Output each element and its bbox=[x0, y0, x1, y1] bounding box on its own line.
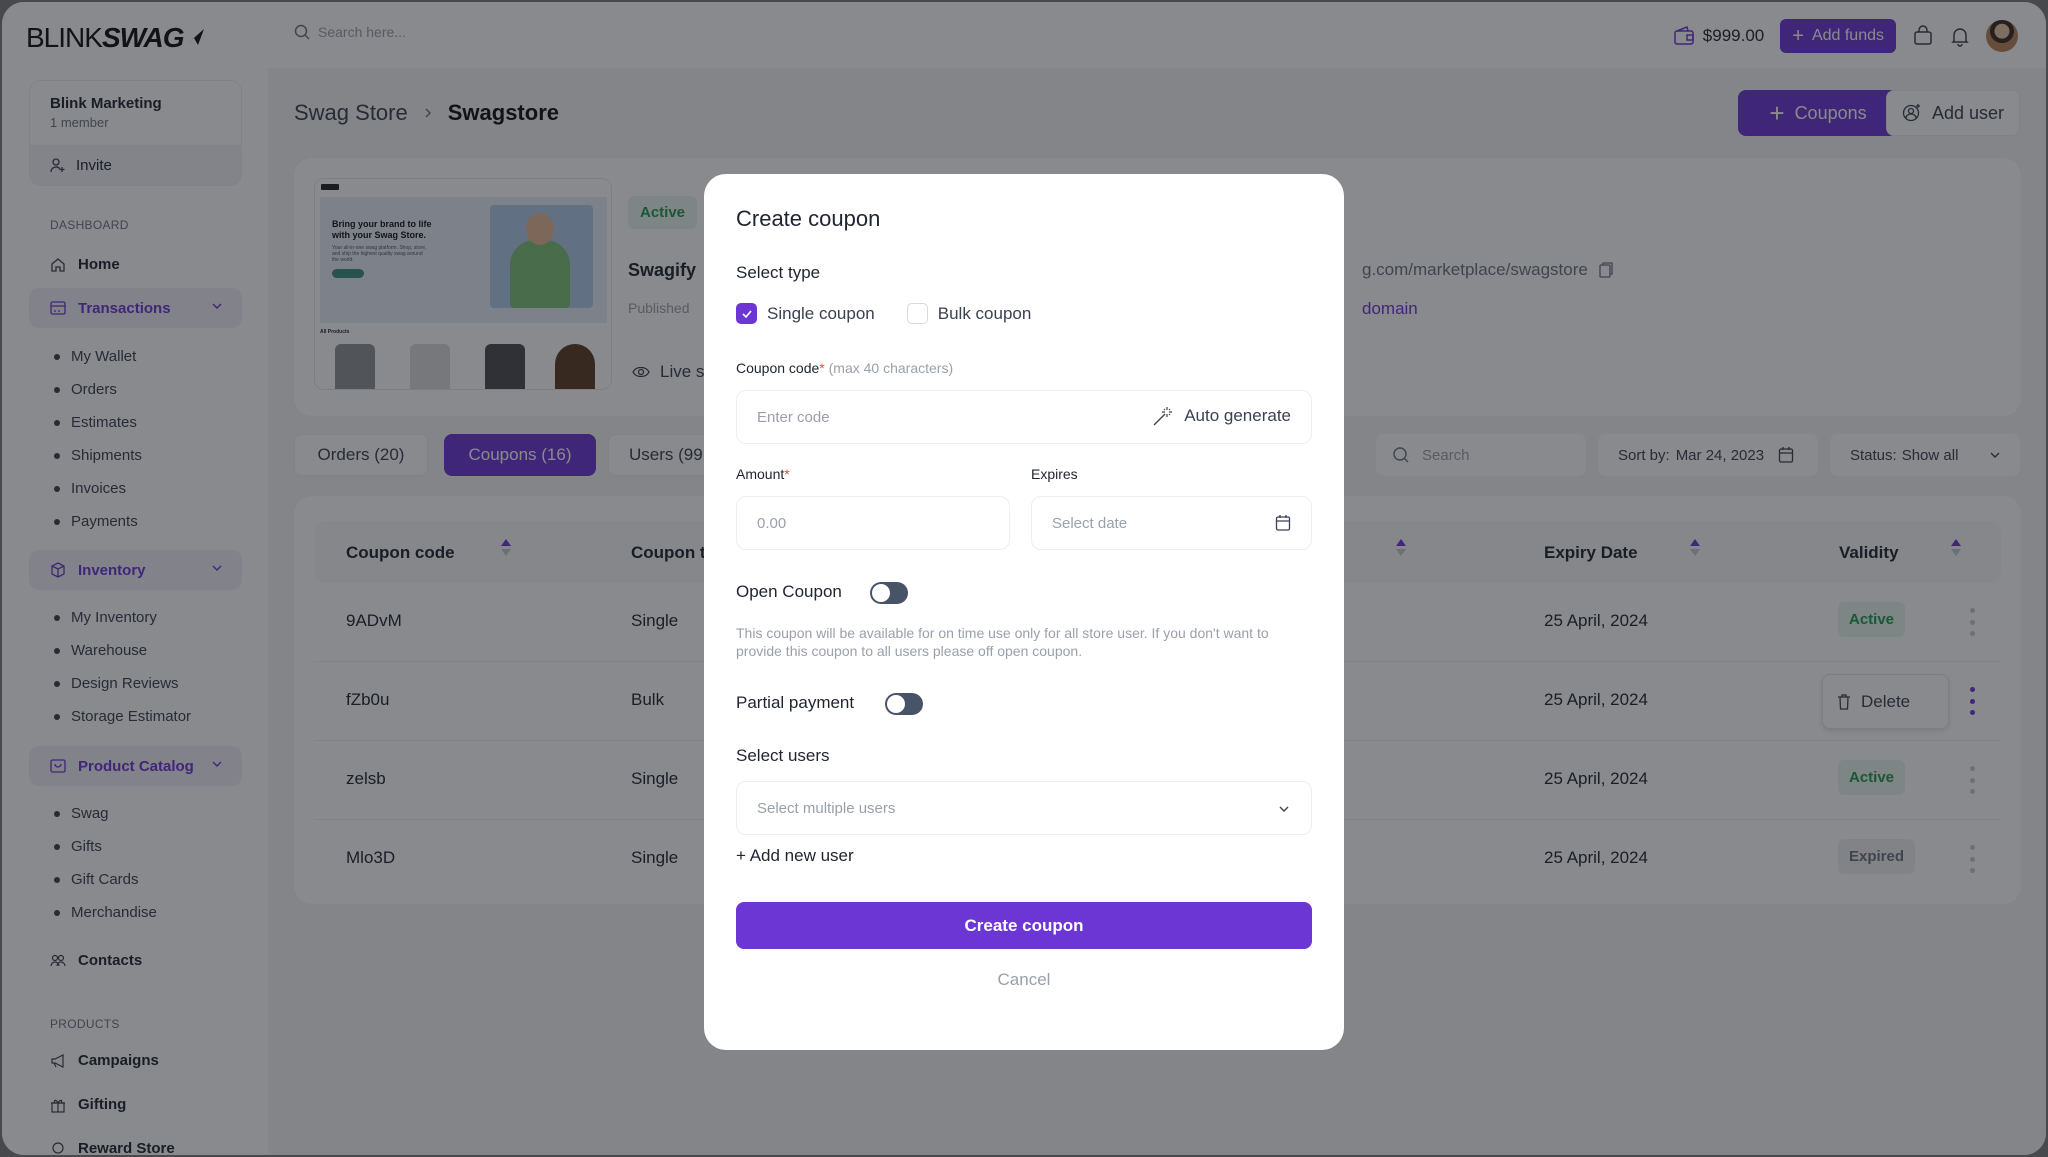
magic-wand-icon bbox=[1153, 407, 1173, 426]
bulk-coupon-label[interactable]: Bulk coupon bbox=[938, 304, 1032, 324]
add-new-user-link[interactable]: + Add new user bbox=[736, 846, 854, 866]
amount-placeholder: 0.00 bbox=[757, 514, 787, 532]
single-coupon-label[interactable]: Single coupon bbox=[767, 304, 875, 324]
coupon-type-options: Single coupon Bulk coupon bbox=[736, 303, 1031, 324]
select-type-label: Select type bbox=[736, 263, 821, 282]
modal-title: Create coupon bbox=[736, 206, 881, 231]
select-users-placeholder: Select multiple users bbox=[757, 799, 896, 817]
partial-payment-toggle[interactable] bbox=[885, 693, 923, 715]
amount-label-text: Amount bbox=[736, 466, 785, 482]
checkmark-icon bbox=[741, 309, 752, 318]
required-mark: * bbox=[819, 360, 825, 376]
create-coupon-modal: Create coupon Select type Single coupon … bbox=[704, 174, 1344, 1050]
cancel-button[interactable]: Cancel bbox=[736, 970, 1312, 990]
coupon-code-placeholder: Enter code bbox=[757, 408, 830, 426]
partial-payment-label: Partial payment bbox=[736, 693, 855, 712]
coupon-code-label: Coupon code* (max 40 characters) bbox=[736, 360, 953, 376]
required-mark: * bbox=[784, 466, 790, 482]
single-coupon-checkbox[interactable] bbox=[736, 303, 757, 324]
open-coupon-label: Open Coupon bbox=[736, 582, 842, 601]
open-coupon-description: This coupon will be available for on tim… bbox=[736, 625, 1269, 659]
coupon-code-input[interactable]: Enter code Auto generate bbox=[736, 390, 1312, 444]
auto-generate-button[interactable]: Auto generate bbox=[1152, 405, 1291, 427]
expires-date-input[interactable]: Select date bbox=[1031, 496, 1312, 550]
amount-label: Amount* bbox=[736, 466, 790, 482]
select-users-dropdown[interactable]: Select multiple users bbox=[736, 781, 1312, 835]
chevron-down-icon bbox=[1279, 806, 1289, 812]
calendar-icon[interactable] bbox=[1275, 514, 1291, 532]
coupon-code-hint: (max 40 characters) bbox=[828, 360, 954, 376]
expires-placeholder: Select date bbox=[1052, 514, 1128, 532]
select-users-label: Select users bbox=[736, 746, 830, 765]
create-coupon-button[interactable]: Create coupon bbox=[736, 902, 1312, 949]
coupon-code-label-text: Coupon code bbox=[736, 360, 820, 376]
bulk-coupon-checkbox[interactable] bbox=[906, 303, 928, 324]
amount-input[interactable]: 0.00 bbox=[736, 496, 1010, 550]
auto-generate-label: Auto generate bbox=[1184, 406, 1291, 425]
expires-label: Expires bbox=[1031, 466, 1078, 482]
open-coupon-toggle[interactable] bbox=[870, 582, 908, 604]
